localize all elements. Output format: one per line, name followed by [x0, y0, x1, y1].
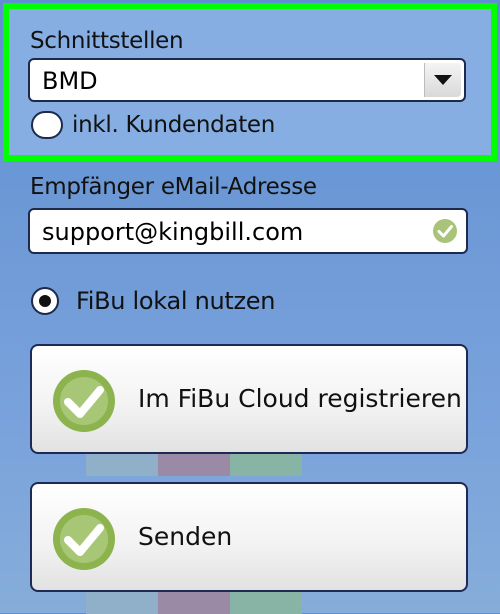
recipient-email-label: Empfänger eMail-Adresse: [30, 174, 317, 200]
dropdown-button[interactable]: [424, 63, 461, 97]
send-button[interactable]: Senden: [30, 482, 468, 592]
decorative-strip-green: [230, 592, 302, 614]
interfaces-select[interactable]: BMD: [28, 58, 466, 102]
interfaces-label: Schnittstellen: [30, 28, 184, 54]
interfaces-select-value: BMD: [42, 67, 98, 95]
recipient-email-value: support@kingbill.com: [42, 218, 304, 246]
include-customer-data-label: inkl. Kundendaten: [72, 112, 276, 138]
check-circle-icon: [53, 370, 115, 432]
decorative-strip-blue: [86, 592, 158, 614]
decorative-strip-red: [158, 454, 230, 476]
check-circle-icon: [433, 219, 457, 243]
fibu-local-label: FiBu lokal nutzen: [76, 287, 276, 315]
register-fibu-cloud-button[interactable]: Im FiBu Cloud registrieren: [30, 344, 468, 454]
chevron-down-icon: [434, 75, 452, 85]
decorative-strip-red: [158, 592, 230, 614]
send-button-label: Senden: [138, 522, 233, 551]
check-circle-icon: [53, 508, 115, 570]
include-customer-data-checkbox[interactable]: [31, 111, 63, 139]
decorative-strip-green: [230, 454, 302, 476]
decorative-strip-blue: [86, 454, 158, 476]
register-button-label: Im FiBu Cloud registrieren: [138, 384, 462, 413]
recipient-email-field[interactable]: support@kingbill.com: [28, 208, 468, 254]
fibu-local-radio[interactable]: [30, 286, 60, 316]
